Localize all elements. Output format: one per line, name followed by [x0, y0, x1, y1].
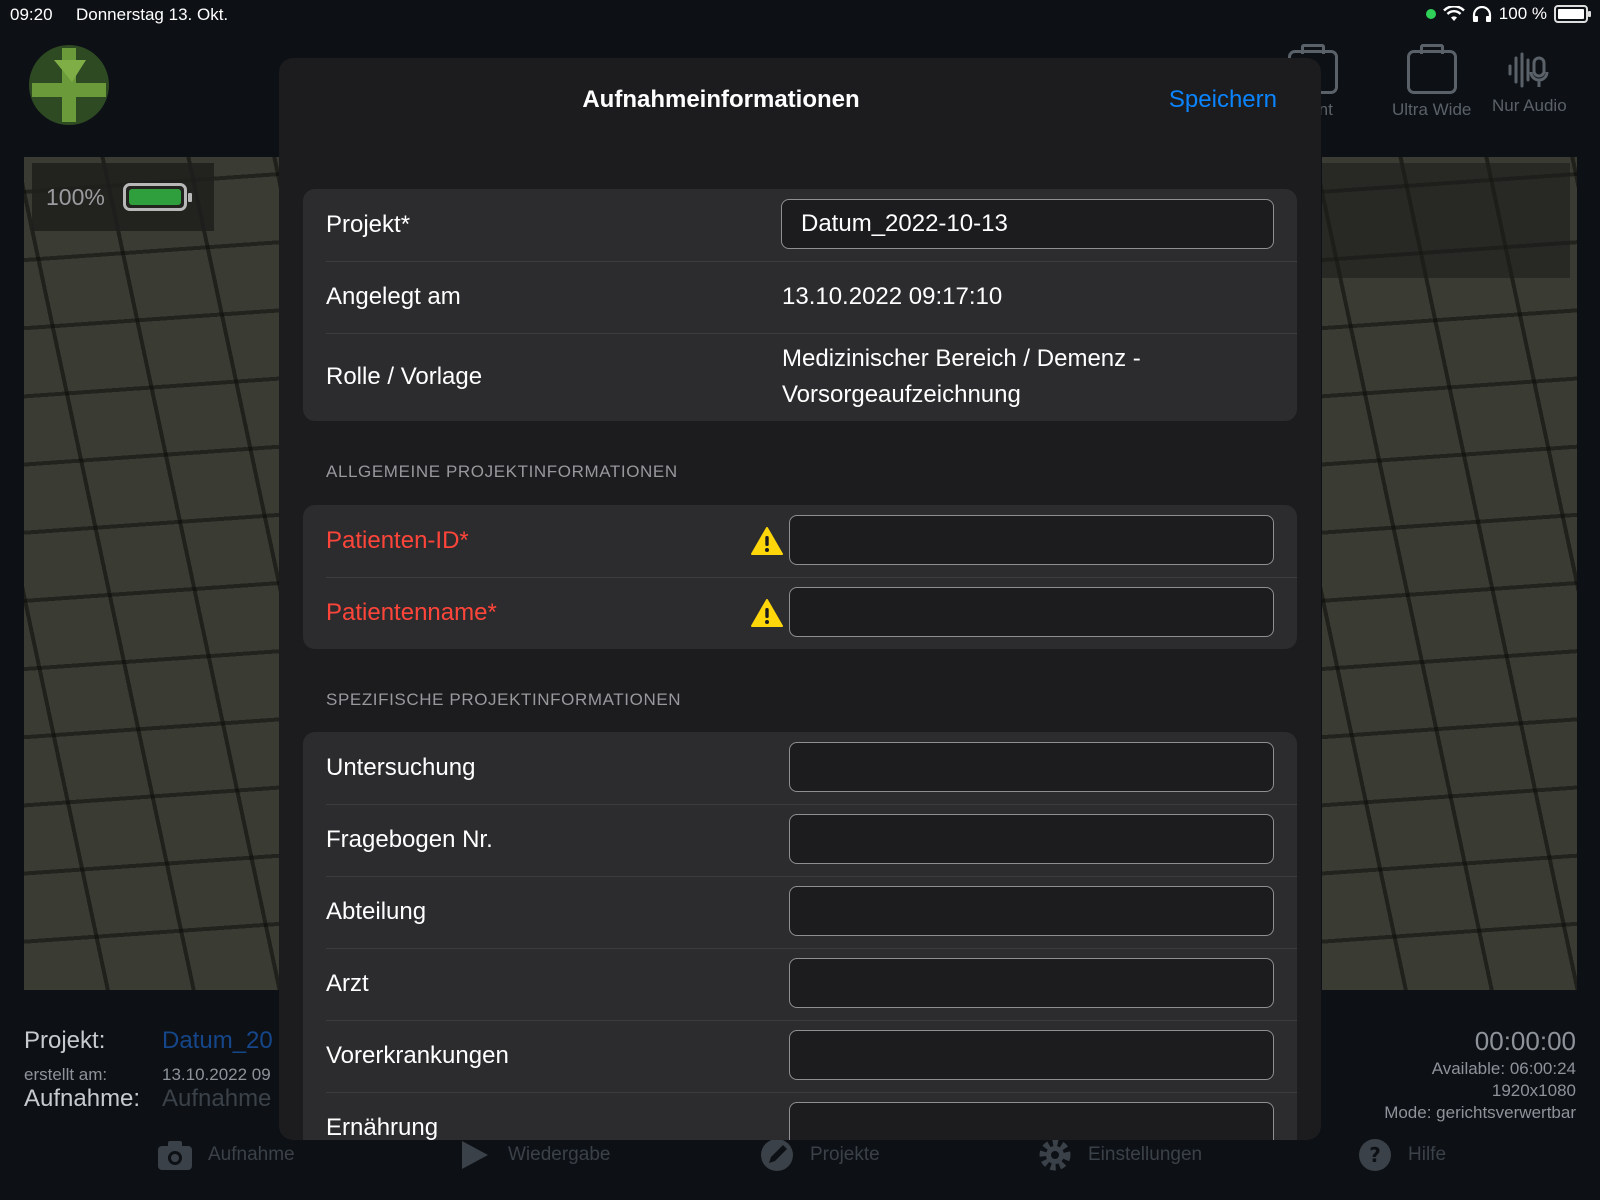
created-label: Angelegt am [326, 283, 461, 310]
section-header-specific: SPEZIFISCHE PROJEKTINFORMATIONEN [326, 690, 682, 709]
tab-aufnahme[interactable]: Aufnahme [156, 1138, 295, 1172]
help-icon: ? [1359, 1139, 1391, 1171]
recording-timer: 00:00:00 [1474, 1026, 1576, 1056]
warning-icon [751, 527, 783, 555]
specific-row: Abteilung [303, 876, 1297, 948]
play-icon [462, 1141, 488, 1169]
specific-row: Fragebogen Nr. [303, 804, 1297, 876]
patient-name-row: Patientenname* [303, 577, 1297, 649]
specific-fields-group: Untersuchung Fragebogen Nr. Abteilung Ar… [303, 732, 1297, 1140]
tab-projekte[interactable]: Projekte [758, 1138, 880, 1172]
patient-id-label: Patienten-ID* [326, 527, 469, 554]
patient-id-input[interactable] [789, 515, 1274, 565]
ernaehrung-input[interactable] [789, 1102, 1274, 1140]
save-button[interactable]: Speichern [1169, 86, 1277, 114]
svg-text:?: ? [1369, 1143, 1381, 1167]
project-label: Projekt: [24, 1027, 106, 1054]
tab-label: Einstellungen [1088, 1144, 1203, 1165]
role-label: Rolle / Vorlage [326, 363, 483, 390]
field-label-vorerkrankungen: Vorerkrankungen [326, 1042, 509, 1069]
camera-option-label: Ultra Wide [1392, 100, 1472, 119]
role-row: Rolle / Vorlage Medizinischer Bereich / … [303, 333, 1297, 421]
camera-preview-right [1322, 157, 1577, 990]
project-row: Projekt* Datum_2022-10-13 [303, 189, 1297, 261]
created-value: 13.10.2022 09 [162, 1065, 271, 1084]
tab-wiedergabe[interactable]: Wiedergabe [456, 1138, 610, 1172]
camera-switch-icon [1406, 44, 1457, 94]
field-label-untersuchung: Untersuchung [326, 754, 476, 781]
role-value: Medizinischer Bereich / Demenz - Vorsorg… [782, 341, 1141, 413]
field-label-arzt: Arzt [326, 970, 369, 997]
microphone-waveform-icon [1508, 52, 1549, 88]
tab-label: Projekte [810, 1144, 880, 1165]
vorerkrankungen-input[interactable] [789, 1030, 1274, 1080]
recording-stats: 00:00:00 Available: 06:00:24 1920x1080 M… [1384, 1024, 1576, 1124]
project-link[interactable]: Datum_20 [162, 1027, 273, 1055]
arzt-input[interactable] [789, 958, 1274, 1008]
tab-hilfe[interactable]: ? Hilfe [1356, 1138, 1446, 1172]
specific-row: Untersuchung [303, 732, 1297, 804]
project-summary-group: Projekt* Datum_2022-10-13 Angelegt am 13… [303, 189, 1297, 421]
app-logo [29, 45, 109, 125]
camera-preview-left [24, 157, 280, 990]
patient-name-input[interactable] [789, 587, 1274, 637]
project-label: Projekt* [326, 211, 411, 238]
created-row: Angelegt am 13.10.2022 09:17:10 [303, 261, 1297, 333]
tab-bar: Aufnahme Wiedergabe Projekte Einstellung… [0, 1138, 1600, 1188]
project-name-value: Datum_2022-10-13 [801, 210, 1008, 237]
tab-label: Hilfe [1408, 1144, 1447, 1165]
edit-icon [761, 1139, 793, 1171]
specific-row: Ernährung [303, 1092, 1297, 1140]
recording-info-modal: Aufnahmeinformationen Speichern Projekt*… [279, 58, 1321, 1140]
camera-option-label: Nur Audio [1492, 96, 1567, 115]
required-fields-group: Patienten-ID* Patientenname* [303, 505, 1297, 649]
untersuchung-input[interactable] [789, 742, 1274, 792]
field-label-abteilung: Abteilung [326, 898, 427, 925]
camera-option-ultra-wide[interactable]: Ultra Wide [1392, 44, 1472, 120]
available-time: Available: 06:00:24 [1431, 1059, 1576, 1078]
gear-icon [1039, 1139, 1071, 1171]
device-battery-badge: 100% [32, 163, 214, 231]
section-header-general: ALLGEMEINE PROJEKTINFORMATIONEN [326, 462, 678, 481]
field-label-ernaehrung: Ernährung [326, 1114, 439, 1140]
tab-einstellungen[interactable]: Einstellungen [1036, 1138, 1202, 1172]
recording-mode: Mode: gerichtsverwertbar [1384, 1103, 1576, 1122]
patient-name-label: Patientenname* [326, 599, 497, 626]
camera-icon [158, 1141, 192, 1170]
role-value-line: Medizinischer Bereich / Demenz - [782, 345, 1141, 372]
fragebogen-input[interactable] [789, 814, 1274, 864]
project-name-field[interactable]: Datum_2022-10-13 [781, 199, 1274, 249]
abteilung-input[interactable] [789, 886, 1274, 936]
camera-option-audio-only[interactable]: Nur Audio [1492, 50, 1567, 116]
device-battery-icon [122, 183, 192, 211]
specific-row: Vorerkrankungen [303, 1020, 1297, 1092]
role-value-line: Vorsorgeaufzeichnung [782, 381, 1021, 408]
field-label-fragebogen: Fragebogen Nr. [326, 826, 493, 853]
resolution: 1920x1080 [1491, 1081, 1576, 1100]
patient-id-row: Patienten-ID* [303, 505, 1297, 577]
warning-icon [751, 599, 783, 627]
device-battery-percent: 100% [46, 183, 105, 210]
tab-label: Wiedergabe [508, 1144, 611, 1165]
preview-overlay [1322, 163, 1570, 278]
recording-label: Aufnahme: [24, 1085, 141, 1112]
recording-name[interactable]: Aufnahme [162, 1085, 271, 1113]
specific-row: Arzt [303, 948, 1297, 1020]
created-label: erstellt am: [24, 1065, 108, 1084]
created-value: 13.10.2022 09:17:10 [782, 283, 1003, 310]
modal-title: Aufnahmeinformationen [582, 86, 860, 113]
tab-label: Aufnahme [208, 1144, 295, 1165]
